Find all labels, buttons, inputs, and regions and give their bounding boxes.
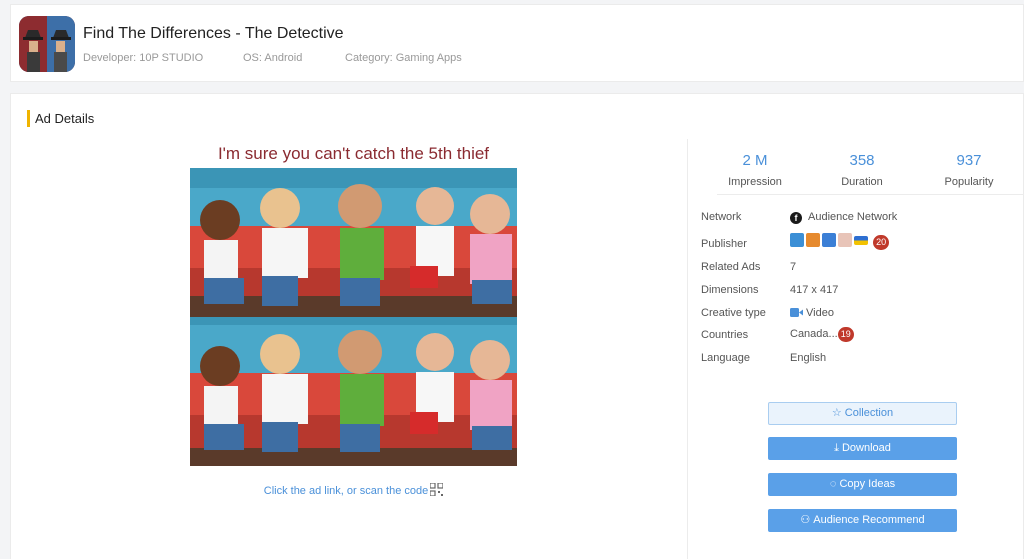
ad-caption: I'm sure you can't catch the 5th thief [217, 144, 490, 163]
audience-recommend-label: Audience Recommend [813, 514, 925, 526]
creative-type-label: Creative type [701, 307, 766, 319]
stat-popularity: 937 Popularity [914, 152, 1024, 188]
audience-recommend-button[interactable]: ⚇ Audience Recommend [768, 509, 957, 532]
stat-value: 937 [956, 152, 982, 169]
app-developer: Developer: 10P STUDIO [83, 52, 204, 64]
publisher-flag-icon[interactable] [854, 236, 868, 245]
network-label: Network [701, 211, 742, 223]
stat-impression: 2 M Impression [700, 152, 810, 188]
ad-details-panel: Ad Details I'm sure you can't catch the … [10, 93, 1024, 559]
dimensions-value: 417 x 417 [790, 284, 839, 296]
download-icon: ⤓ [834, 442, 839, 454]
facebook-icon: f [790, 212, 802, 224]
language-label: Language [701, 352, 750, 364]
related-ads-value[interactable]: 7 [790, 261, 796, 273]
countries-label: Countries [701, 329, 749, 341]
network-value: f Audience Network [790, 211, 897, 224]
download-label: Download [841, 442, 891, 454]
app-title: Find The Differences - The Detective [83, 25, 344, 42]
publisher-app-icon[interactable] [806, 233, 820, 247]
language-value: English [790, 352, 827, 364]
collection-button[interactable]: ☆ Collection [768, 402, 957, 425]
publisher-label: Publisher [701, 238, 747, 250]
stat-value: 358 [849, 152, 875, 169]
network-name: Audience Network [808, 211, 898, 223]
creative-type-text: Video [806, 307, 834, 319]
collection-label: Collection [844, 407, 894, 419]
user-icon: ⚇ [800, 514, 811, 526]
video-icon [790, 308, 803, 317]
publisher-clock-icon[interactable] [822, 233, 836, 247]
countries-text[interactable]: Canada... [790, 328, 838, 340]
app-category: Category: Gaming Apps [345, 52, 462, 64]
publisher-count-badge[interactable]: 20 [873, 235, 890, 250]
section-title: Ad Details [27, 110, 94, 127]
qr-code-icon[interactable] [430, 483, 444, 496]
stat-duration: 358 Duration [807, 152, 917, 188]
star-icon: ☆ [831, 407, 842, 419]
copy-ideas-label: Copy Ideas [839, 478, 896, 490]
stat-label: Impression [728, 176, 782, 188]
countries-count-badge[interactable]: 19 [837, 327, 854, 342]
stat-label: Duration [841, 176, 883, 188]
countries-value[interactable]: Canada... 19 [790, 327, 854, 342]
ad-link-hint[interactable]: Click the ad link, or scan the code [191, 483, 516, 497]
publisher-app-icon[interactable] [838, 233, 852, 247]
publisher-app-icon[interactable] [790, 233, 804, 247]
publisher-value[interactable]: 20 [790, 233, 890, 250]
vertical-divider [687, 139, 688, 559]
stats-divider [717, 194, 1024, 195]
stat-label: Popularity [944, 176, 994, 188]
ad-hint-text[interactable]: Click the ad link, or scan the code [264, 485, 428, 497]
related-ads-label: Related Ads [701, 261, 761, 273]
creative-type-value: Video [790, 307, 834, 319]
dimensions-label: Dimensions [701, 284, 759, 296]
stat-value: 2 M [742, 152, 768, 169]
app-icon [19, 16, 75, 72]
lightbulb-icon: ◌ [829, 478, 837, 490]
copy-ideas-button[interactable]: ◌ Copy Ideas [768, 473, 957, 496]
app-os: OS: Android [243, 52, 303, 64]
download-button[interactable]: ⤓ Download [768, 437, 957, 460]
ad-creative-image[interactable] [190, 168, 517, 466]
app-header: Find The Differences - The Detective Dev… [10, 4, 1024, 82]
